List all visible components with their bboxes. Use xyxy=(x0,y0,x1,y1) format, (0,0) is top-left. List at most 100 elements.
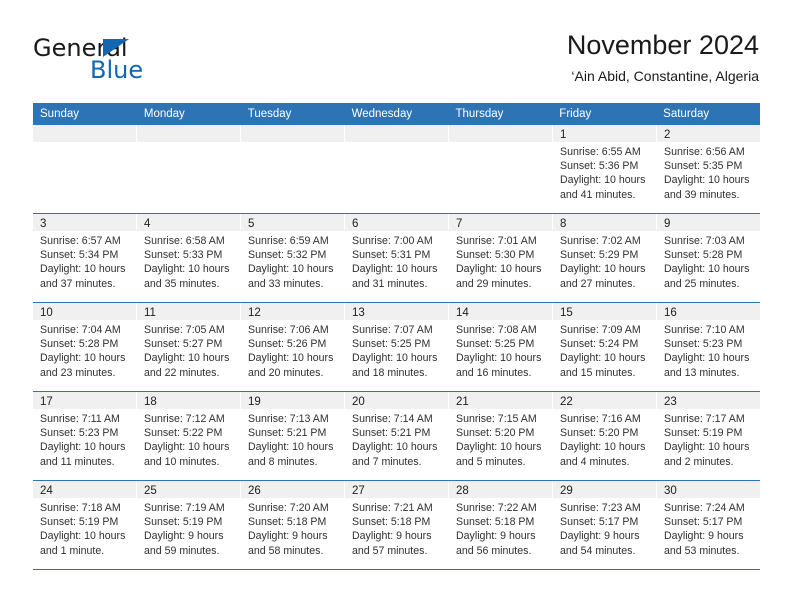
day-cell[interactable]: 20 Sunrise: 7:14 AM Sunset: 5:21 PM Dayligh… xyxy=(345,392,449,480)
brand-logo[interactable]: General Blue xyxy=(33,34,263,88)
day-number-band: 15 xyxy=(553,303,656,320)
day-number: 2 xyxy=(664,129,671,141)
sunset-text: Sunset: 5:34 PM xyxy=(40,249,119,262)
day-cell[interactable]: 12 Sunrise: 7:06 AM Sunset: 5:26 PM Dayligh… xyxy=(241,303,345,391)
day-number-band: 7 xyxy=(449,214,552,231)
day-cell[interactable]: 15 Sunrise: 7:09 AM Sunset: 5:24 PM Dayligh… xyxy=(553,303,657,391)
daylight-text: Daylight: 10 hours xyxy=(248,441,334,454)
daylight-text: Daylight: 10 hours xyxy=(456,263,542,276)
day-cell[interactable]: 2 Sunrise: 6:56 AM Sunset: 5:35 PM Daylight… xyxy=(657,125,760,213)
sunrise-text: Sunrise: 6:59 AM xyxy=(248,235,329,247)
sunrise-text: Sunrise: 6:56 AM xyxy=(664,146,745,158)
daylight-text-cont: and 41 minutes. xyxy=(560,188,636,201)
day-number: 1 xyxy=(560,129,567,141)
sunrise-text: Sunrise: 7:24 AM xyxy=(664,502,745,514)
daylight-text-cont: and 58 minutes. xyxy=(248,544,324,557)
day-cell[interactable]: 18 Sunrise: 7:12 AM Sunset: 5:22 PM Dayligh… xyxy=(137,392,241,480)
sunrise-text: Sunrise: 7:21 AM xyxy=(352,502,433,514)
day-cell[interactable]: 25 Sunrise: 7:19 AM Sunset: 5:19 PM Dayligh… xyxy=(137,481,241,569)
day-cell[interactable]: 30 Sunrise: 7:24 AM Sunset: 5:17 PM Dayligh… xyxy=(657,481,760,569)
day-number: 26 xyxy=(248,485,261,497)
day-number-band: 11 xyxy=(137,303,240,320)
daylight-text-cont: and 18 minutes. xyxy=(352,366,428,379)
day-cell[interactable]: 16 Sunrise: 7:10 AM Sunset: 5:23 PM Dayligh… xyxy=(657,303,760,391)
day-cell[interactable]: 22 Sunrise: 7:16 AM Sunset: 5:20 PM Dayligh… xyxy=(553,392,657,480)
daylight-text-cont: and 13 minutes. xyxy=(664,366,740,379)
day-number-band: 22 xyxy=(553,392,656,409)
day-number-band: 16 xyxy=(657,303,760,320)
day-cell[interactable]: 24 Sunrise: 7:18 AM Sunset: 5:19 PM Dayligh… xyxy=(33,481,137,569)
daylight-text: Daylight: 10 hours xyxy=(40,441,126,454)
day-cell[interactable]: 21 Sunrise: 7:15 AM Sunset: 5:20 PM Dayligh… xyxy=(449,392,553,480)
day-number: 12 xyxy=(248,307,261,319)
daylight-text: Daylight: 10 hours xyxy=(560,174,646,187)
daylight-text: Daylight: 10 hours xyxy=(144,352,230,365)
day-cell[interactable]: 3 Sunrise: 6:57 AM Sunset: 5:34 PM Daylight… xyxy=(33,214,137,302)
calendar-page: General Blue November 2024 ‘Ain Abid, Co… xyxy=(0,0,792,612)
day-number-band: 18 xyxy=(137,392,240,409)
day-cell[interactable]: 6 Sunrise: 7:00 AM Sunset: 5:31 PM Daylight… xyxy=(345,214,449,302)
daylight-text: Daylight: 9 hours xyxy=(144,530,224,543)
sunset-text: Sunset: 5:25 PM xyxy=(456,338,535,351)
day-cell[interactable]: 19 Sunrise: 7:13 AM Sunset: 5:21 PM Dayligh… xyxy=(241,392,345,480)
day-number: 27 xyxy=(352,485,365,497)
daylight-text: Daylight: 10 hours xyxy=(144,263,230,276)
day-details xyxy=(137,142,240,145)
day-details xyxy=(241,142,344,145)
sunrise-text: Sunrise: 7:01 AM xyxy=(456,235,537,247)
day-number: 25 xyxy=(144,485,157,497)
day-cell[interactable]: 7 Sunrise: 7:01 AM Sunset: 5:30 PM Daylight… xyxy=(449,214,553,302)
weekday-header-friday: Friday xyxy=(559,108,592,120)
sunset-text: Sunset: 5:22 PM xyxy=(144,427,223,440)
day-cell[interactable]: 4 Sunrise: 6:58 AM Sunset: 5:33 PM Daylight… xyxy=(137,214,241,302)
sunrise-text: Sunrise: 7:15 AM xyxy=(456,413,537,425)
day-number-band: 14 xyxy=(449,303,552,320)
day-details: Sunrise: 7:09 AM Sunset: 5:24 PM Daylight:… xyxy=(553,320,656,380)
day-number: 4 xyxy=(144,218,151,230)
day-details: Sunrise: 7:17 AM Sunset: 5:19 PM Daylight:… xyxy=(657,409,760,469)
daylight-text: Daylight: 10 hours xyxy=(40,352,126,365)
day-cell[interactable]: 23 Sunrise: 7:17 AM Sunset: 5:19 PM Dayligh… xyxy=(657,392,760,480)
day-cell[interactable]: 14 Sunrise: 7:08 AM Sunset: 5:25 PM Dayligh… xyxy=(449,303,553,391)
daylight-text: Daylight: 9 hours xyxy=(560,530,640,543)
daylight-text: Daylight: 10 hours xyxy=(664,263,750,276)
weekday-header-wednesday: Wednesday xyxy=(351,108,413,120)
daylight-text: Daylight: 9 hours xyxy=(664,530,744,543)
day-cell[interactable]: 29 Sunrise: 7:23 AM Sunset: 5:17 PM Dayligh… xyxy=(553,481,657,569)
day-number: 6 xyxy=(352,218,359,230)
day-cell[interactable]: 1 Sunrise: 6:55 AM Sunset: 5:36 PM Daylight… xyxy=(553,125,657,213)
weekday-header-monday: Monday xyxy=(143,108,185,120)
sunrise-text: Sunrise: 7:03 AM xyxy=(664,235,745,247)
day-details: Sunrise: 7:13 AM Sunset: 5:21 PM Daylight:… xyxy=(241,409,344,469)
day-cell[interactable]: 28 Sunrise: 7:22 AM Sunset: 5:18 PM Dayligh… xyxy=(449,481,553,569)
day-cell-empty xyxy=(137,125,241,213)
day-cell[interactable]: 9 Sunrise: 7:03 AM Sunset: 5:28 PM Daylight… xyxy=(657,214,760,302)
daylight-text-cont: and 2 minutes. xyxy=(664,455,734,468)
sunrise-text: Sunrise: 7:08 AM xyxy=(456,324,537,336)
daylight-text-cont: and 22 minutes. xyxy=(144,366,220,379)
day-cell[interactable]: 11 Sunrise: 7:05 AM Sunset: 5:27 PM Dayligh… xyxy=(137,303,241,391)
sunrise-text: Sunrise: 7:00 AM xyxy=(352,235,433,247)
day-number-band: 13 xyxy=(345,303,448,320)
day-number: 9 xyxy=(664,218,671,230)
day-cell[interactable]: 26 Sunrise: 7:20 AM Sunset: 5:18 PM Dayligh… xyxy=(241,481,345,569)
sunrise-text: Sunrise: 7:20 AM xyxy=(248,502,329,514)
day-cell[interactable]: 27 Sunrise: 7:21 AM Sunset: 5:18 PM Dayligh… xyxy=(345,481,449,569)
day-details: Sunrise: 7:02 AM Sunset: 5:29 PM Daylight:… xyxy=(553,231,656,291)
weekday-header-tuesday: Tuesday xyxy=(247,108,292,120)
day-cell[interactable]: 13 Sunrise: 7:07 AM Sunset: 5:25 PM Dayligh… xyxy=(345,303,449,391)
day-details: Sunrise: 6:59 AM Sunset: 5:32 PM Daylight:… xyxy=(241,231,344,291)
day-cell[interactable]: 8 Sunrise: 7:02 AM Sunset: 5:29 PM Daylight… xyxy=(553,214,657,302)
sunrise-text: Sunrise: 6:55 AM xyxy=(560,146,641,158)
day-cell[interactable]: 10 Sunrise: 7:04 AM Sunset: 5:28 PM Dayligh… xyxy=(33,303,137,391)
sunrise-text: Sunrise: 7:12 AM xyxy=(144,413,225,425)
day-details: Sunrise: 7:00 AM Sunset: 5:31 PM Daylight:… xyxy=(345,231,448,291)
sunset-text: Sunset: 5:32 PM xyxy=(248,249,327,262)
day-number: 29 xyxy=(560,485,573,497)
page-header: General Blue November 2024 ‘Ain Abid, Co… xyxy=(0,0,792,100)
day-cell[interactable]: 17 Sunrise: 7:11 AM Sunset: 5:23 PM Dayligh… xyxy=(33,392,137,480)
day-number-band: 29 xyxy=(553,481,656,498)
weekday-header-sunday: Sunday xyxy=(40,108,80,120)
sunrise-text: Sunrise: 7:13 AM xyxy=(248,413,329,425)
day-cell[interactable]: 5 Sunrise: 6:59 AM Sunset: 5:32 PM Daylight… xyxy=(241,214,345,302)
